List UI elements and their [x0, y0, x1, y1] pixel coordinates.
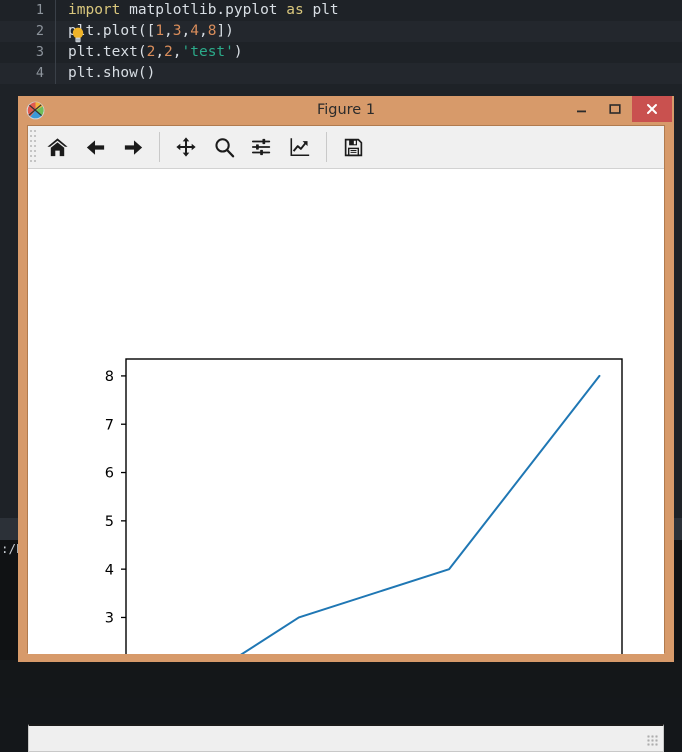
- back-button[interactable]: [76, 127, 114, 167]
- close-button[interactable]: [632, 96, 672, 122]
- line-number: 3: [0, 42, 56, 63]
- toolbar-separator: [159, 132, 160, 162]
- forward-button[interactable]: [114, 127, 152, 167]
- y-tick-label: 8: [105, 369, 114, 385]
- zoom-button[interactable]: [205, 127, 243, 167]
- editor-status-strip: [0, 660, 682, 698]
- maximize-button[interactable]: [600, 96, 630, 122]
- edit-axis-curve-icon: [290, 138, 310, 157]
- close-icon: [647, 104, 657, 114]
- figure-statusbar: [28, 724, 664, 752]
- save-button[interactable]: [334, 127, 372, 167]
- configure-subplots-button[interactable]: [243, 127, 281, 167]
- y-tick-label: 3: [105, 611, 114, 627]
- forward-arrow-icon: [124, 139, 142, 155]
- y-tick-label: 7: [105, 417, 114, 433]
- line-number: 4: [0, 63, 56, 84]
- resize-grip[interactable]: [647, 735, 658, 746]
- y-tick-label: 5: [105, 514, 114, 530]
- figure-body: 0.00.51.01.52.02.53.012345678test: [27, 125, 665, 654]
- home-button[interactable]: [38, 127, 76, 167]
- code-line[interactable]: 4 plt.show(): [0, 63, 682, 84]
- figure-window[interactable]: Figure 1 3 4 5 6 7 8: [18, 96, 674, 752]
- back-arrow-icon: [86, 139, 104, 155]
- pan-button[interactable]: [167, 127, 205, 167]
- configure-subplots-icon: [251, 138, 271, 156]
- canvas-background: [28, 169, 664, 654]
- figure-canvas[interactable]: 0.00.51.01.52.02.53.012345678test: [28, 169, 664, 654]
- matplotlib-axes[interactable]: 0.00.51.01.52.02.53.012345678test: [28, 169, 664, 654]
- figure-titlebar[interactable]: Figure 1: [18, 96, 674, 125]
- edit-axis-button[interactable]: [281, 127, 319, 167]
- maximize-icon: [609, 104, 621, 114]
- code-text: plt.show(): [68, 65, 156, 81]
- pan-move-icon: [176, 137, 196, 157]
- line-number: 1: [0, 0, 56, 21]
- y-tick-label: 6: [105, 466, 114, 482]
- home-icon: [46, 137, 68, 156]
- matplotlib-toolbar[interactable]: [28, 126, 664, 169]
- save-floppy-icon: [344, 138, 362, 156]
- toolbar-separator-2: [326, 132, 327, 162]
- code-text: import matplotlib.pyplot as plt: [68, 2, 339, 18]
- zoom-magnifier-icon: [214, 137, 234, 157]
- minimize-button[interactable]: [566, 96, 596, 122]
- line-number: 2: [0, 21, 56, 42]
- minimize-icon: [576, 110, 586, 112]
- y-tick-label: 4: [105, 562, 114, 578]
- toolbar-drag-handle[interactable]: [29, 129, 38, 165]
- code-line[interactable]: 3 plt.text(2,2,'test'): [0, 42, 682, 63]
- code-line[interactable]: 2 plt.plot([1,3,4,8]): [0, 21, 682, 42]
- lightbulb-icon[interactable]: [71, 27, 85, 44]
- code-text: plt.text(2,2,'test'): [68, 44, 243, 60]
- code-line[interactable]: 1 import matplotlib.pyplot as plt: [0, 0, 682, 21]
